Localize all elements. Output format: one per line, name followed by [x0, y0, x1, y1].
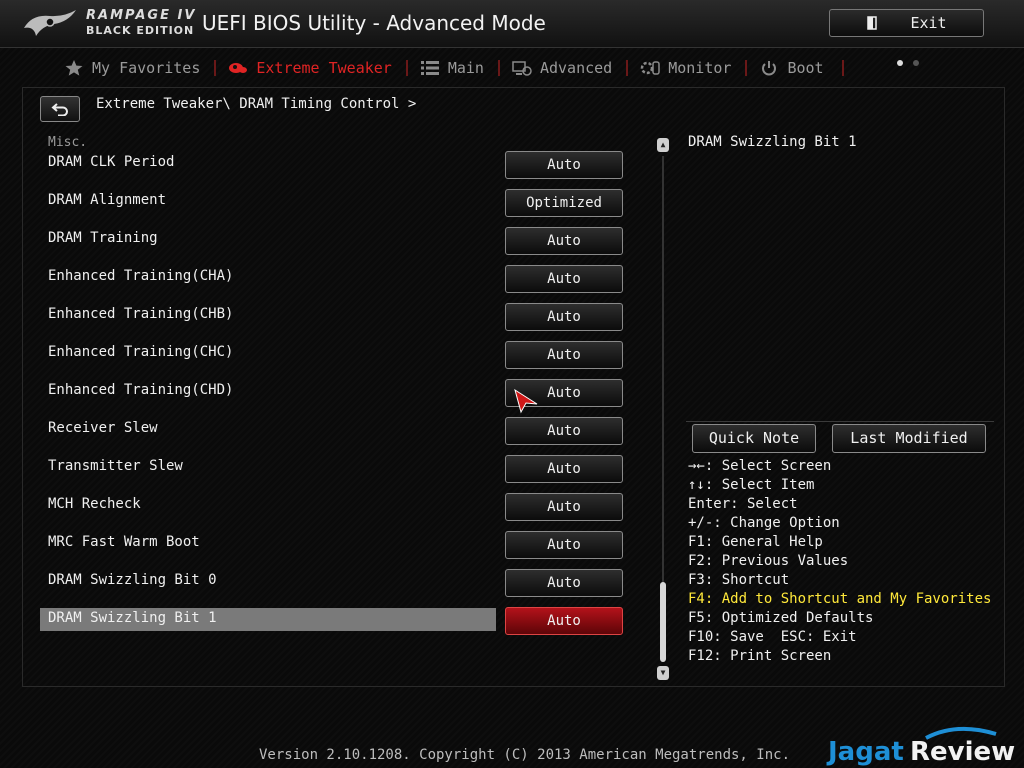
- setting-value-button[interactable]: Auto: [505, 151, 623, 179]
- scroll-up-icon[interactable]: ▲: [657, 138, 669, 152]
- brand-name: RAMPAGE IV: [86, 8, 197, 23]
- setting-row[interactable]: MRC Fast Warm Boot Auto: [40, 524, 640, 562]
- setting-label: Enhanced Training(CHA): [48, 268, 234, 284]
- setting-value-button[interactable]: Auto: [505, 265, 623, 293]
- app-title: UEFI BIOS Utility - Advanced Mode: [202, 11, 546, 35]
- back-button[interactable]: [40, 96, 80, 122]
- exit-door-icon: [867, 16, 878, 30]
- main-tabs: My Favorites Extreme Tweaker Main Advanc…: [50, 54, 844, 82]
- setting-value-button[interactable]: Auto: [505, 569, 623, 597]
- tab-label: Extreme Tweaker: [256, 59, 392, 77]
- setting-row[interactable]: Enhanced Training(CHB) Auto: [40, 296, 640, 334]
- watermark-part2: Review: [910, 737, 1015, 767]
- star-icon: [65, 60, 83, 76]
- setting-row[interactable]: DRAM Swizzling Bit 0 Auto: [40, 562, 640, 600]
- exit-button[interactable]: Exit: [829, 9, 984, 37]
- setting-row[interactable]: Transmitter Slew Auto: [40, 448, 640, 486]
- tab-boot[interactable]: Boot: [745, 54, 837, 82]
- key-hint: F3: Shortcut: [688, 572, 790, 588]
- setting-row[interactable]: Enhanced Training(CHD) Auto: [40, 372, 640, 410]
- breadcrumb: Extreme Tweaker\ DRAM Timing Control >: [96, 96, 417, 112]
- power-icon: [762, 61, 777, 76]
- list-icon: [420, 61, 439, 75]
- page-indicator: [897, 60, 919, 66]
- setting-row[interactable]: MCH Recheck Auto: [40, 486, 640, 524]
- title-bar: RAMPAGE IV BLACK EDITION UEFI BIOS Utili…: [0, 0, 1024, 48]
- scroll-down-icon[interactable]: ▼: [657, 666, 669, 680]
- setting-row[interactable]: DRAM Alignment Optimized: [40, 182, 640, 220]
- tab-label: Boot: [787, 59, 824, 77]
- setting-label: DRAM Training: [48, 230, 158, 246]
- monitor-icon: [640, 61, 660, 75]
- tweaker-icon: [229, 63, 248, 73]
- rog-logo: [24, 10, 76, 36]
- setting-value-button[interactable]: Auto: [505, 227, 623, 255]
- help-title: DRAM Swizzling Bit 1: [688, 134, 857, 150]
- setting-value-button[interactable]: Auto: [505, 455, 623, 483]
- setting-label: DRAM Swizzling Bit 1: [48, 610, 217, 626]
- key-hint: F2: Previous Values: [688, 553, 849, 569]
- setting-label: DRAM Swizzling Bit 0: [48, 572, 217, 588]
- setting-label: Transmitter Slew: [48, 458, 183, 474]
- setting-row-selected[interactable]: DRAM Swizzling Bit 1 Auto: [40, 600, 640, 638]
- jagatreview-watermark: Jagat Review: [826, 726, 1015, 767]
- setting-row[interactable]: Enhanced Training(CHA) Auto: [40, 258, 640, 296]
- setting-label: DRAM Alignment: [48, 192, 167, 208]
- tab-label: My Favorites: [92, 59, 201, 77]
- key-hint: F1: General Help: [688, 534, 823, 550]
- setting-label: Receiver Slew: [48, 420, 158, 436]
- setting-label: Enhanced Training(CHC): [48, 344, 234, 360]
- key-hint: Enter: Select: [688, 496, 798, 512]
- page-dot: [913, 60, 919, 66]
- setting-label: Enhanced Training(CHD): [48, 382, 234, 398]
- key-legend: →←: Select Screen ↑↓: Select Item Enter:…: [688, 457, 991, 666]
- advanced-icon: [512, 61, 532, 76]
- key-hint: →←: Select Screen: [688, 458, 832, 474]
- tab-monitor[interactable]: Monitor: [626, 54, 745, 82]
- mouse-cursor-icon: [514, 388, 538, 414]
- setting-label: MCH Recheck: [48, 496, 141, 512]
- key-hint: F10: Save ESC: Exit: [688, 629, 857, 645]
- help-divider: [686, 421, 994, 422]
- tab-divider: [841, 60, 844, 76]
- exit-label: Exit: [910, 14, 947, 32]
- setting-row[interactable]: Enhanced Training(CHC) Auto: [40, 334, 640, 372]
- scroll-thumb[interactable]: [660, 582, 666, 662]
- quick-note-button[interactable]: Quick Note: [692, 424, 816, 453]
- setting-value-button[interactable]: Auto: [505, 303, 623, 331]
- tab-extreme-tweaker[interactable]: Extreme Tweaker: [214, 54, 405, 82]
- setting-row[interactable]: DRAM CLK Period Auto: [40, 144, 640, 182]
- key-hint-highlighted: F4: Add to Shortcut and My Favorites: [688, 591, 992, 607]
- setting-value-button[interactable]: Auto: [505, 531, 623, 559]
- setting-row[interactable]: Receiver Slew Auto: [40, 410, 640, 448]
- key-hint: F5: Optimized Defaults: [688, 610, 874, 626]
- version-footer: Version 2.10.1208. Copyright (C) 2013 Am…: [259, 747, 791, 763]
- watermark-part1: Jagat: [826, 737, 904, 767]
- setting-row[interactable]: DRAM Training Auto: [40, 220, 640, 258]
- tab-my-favorites[interactable]: My Favorites: [50, 54, 214, 82]
- brand-edition: BLACK EDITION: [86, 24, 195, 37]
- setting-value-button[interactable]: Auto: [505, 417, 623, 445]
- setting-label: MRC Fast Warm Boot: [48, 534, 200, 550]
- key-hint: +/-: Change Option: [688, 515, 840, 531]
- key-hint: ↑↓: Select Item: [688, 477, 815, 493]
- setting-value-button[interactable]: Auto: [505, 493, 623, 521]
- key-hint: F12: Print Screen: [688, 648, 832, 664]
- tab-label: Main: [447, 59, 484, 77]
- setting-value-button[interactable]: Auto: [505, 341, 623, 369]
- setting-value-button[interactable]: Optimized: [505, 189, 623, 217]
- page-dot-active: [897, 60, 903, 66]
- tab-main[interactable]: Main: [405, 54, 498, 82]
- back-arrow-icon: [51, 103, 68, 116]
- setting-value-button[interactable]: Auto: [505, 607, 623, 635]
- tab-label: Monitor: [668, 59, 732, 77]
- tab-label: Advanced: [539, 59, 613, 77]
- setting-label: Enhanced Training(CHB): [48, 306, 234, 322]
- setting-label: DRAM CLK Period: [48, 154, 175, 170]
- last-modified-button[interactable]: Last Modified: [832, 424, 986, 453]
- settings-scrollbar[interactable]: ▲ ▼: [657, 138, 669, 680]
- tab-advanced[interactable]: Advanced: [497, 54, 626, 82]
